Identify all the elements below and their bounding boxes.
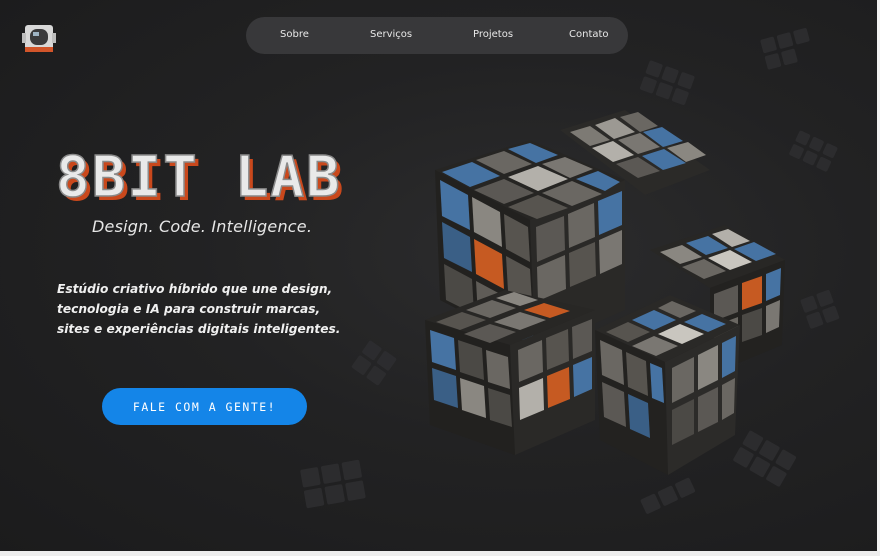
top-navigation: Sobre Serviços Projetos Contato — [246, 17, 628, 54]
hero-title: 8BIT LAB 8BIT LAB — [55, 146, 343, 214]
page-frame: Sobre Serviços Projetos Contato 8BIT LAB… — [0, 0, 880, 556]
nav-link-projetos[interactable]: Projetos — [473, 29, 513, 40]
rubiks-cubes-illustration — [425, 110, 785, 475]
hero-tagline: Design. Code. Intelligence. — [92, 217, 313, 236]
nav-link-servicos[interactable]: Serviços — [370, 29, 412, 40]
nav-link-sobre[interactable]: Sobre — [280, 29, 309, 40]
nav-link-contato[interactable]: Contato — [569, 29, 609, 40]
hero-description: Estúdio criativo híbrido que une design,… — [57, 282, 341, 336]
astronaut-helmet-icon[interactable] — [18, 16, 60, 58]
window-edge-bottom — [0, 551, 880, 556]
svg-text:8BIT LAB: 8BIT LAB — [56, 146, 342, 210]
contact-cta-button[interactable]: FALE COM A GENTE! — [102, 388, 307, 425]
